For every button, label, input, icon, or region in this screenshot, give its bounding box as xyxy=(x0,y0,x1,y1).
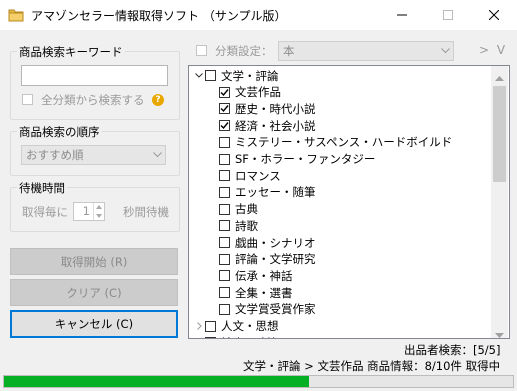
chevron-down-icon xyxy=(149,152,165,158)
tree-item-checkbox[interactable] xyxy=(219,103,230,115)
category-select[interactable]: 本 xyxy=(278,41,454,61)
wait-suffix-label: 秒間待機 xyxy=(123,205,169,219)
window-title: アマゾンセラー情報取得ソフト （サンプル版） xyxy=(31,9,287,23)
tree-item[interactable]: 社会・政治 xyxy=(189,334,279,338)
tree-item-label: ロマンス xyxy=(235,168,281,183)
progress-bar-fill xyxy=(4,376,310,387)
tree-item-label: 全集・選書 xyxy=(235,285,293,300)
wait-prefix-label: 取得毎に xyxy=(22,205,68,219)
tree-item-checkbox[interactable] xyxy=(219,86,230,98)
tree-item-label: 歴史・時代小説 xyxy=(235,101,316,116)
help-icon[interactable]: ? xyxy=(152,94,164,106)
tree-item[interactable]: 詩歌 xyxy=(189,217,258,234)
tree-item-label: 文芸作品 xyxy=(235,85,281,100)
tree-item[interactable]: 伝承・神話 xyxy=(189,267,293,284)
tree-item[interactable]: 歴史・時代小説 xyxy=(189,100,316,117)
tree-item[interactable]: 古典 xyxy=(189,201,258,218)
progress-bar xyxy=(3,375,514,388)
tree-item-checkbox[interactable] xyxy=(205,320,216,332)
tree-item-label: ミステリー・サスペンス・ハードボイルド xyxy=(235,135,453,150)
close-button[interactable] xyxy=(471,0,517,30)
tree-item-checkbox[interactable] xyxy=(205,70,216,81)
scroll-down-icon[interactable] xyxy=(495,328,504,342)
tree-item-checkbox[interactable] xyxy=(219,120,230,132)
tree-item[interactable]: 戯曲・シナリオ xyxy=(189,234,316,251)
tree-item-checkbox[interactable] xyxy=(219,186,230,198)
tree-item-label: 文学・評論 xyxy=(221,68,279,83)
wait-group-label: 待機時間 xyxy=(17,180,67,196)
tree-item[interactable]: エッセー・随筆 xyxy=(189,184,316,201)
tree-item-checkbox[interactable] xyxy=(219,203,230,215)
tree-item-label: 評論・文学研究 xyxy=(235,252,316,267)
tree-item-label: 伝承・神話 xyxy=(235,268,293,283)
tree-item[interactable]: 文学・評論 xyxy=(189,67,279,84)
order-group-label: 商品検索の順序 xyxy=(17,124,102,140)
tree-scroll-thumb[interactable] xyxy=(493,86,506,182)
tree-item-label: 人文・思想 xyxy=(221,319,279,333)
category-setting-checkbox[interactable] xyxy=(196,45,207,56)
all-categories-checkbox[interactable] xyxy=(22,94,33,105)
wait-seconds-value: 1 xyxy=(82,204,90,218)
tree-item[interactable]: 評論・文学研究 xyxy=(189,251,316,268)
tree-item-checkbox[interactable] xyxy=(219,170,230,182)
app-folder-icon xyxy=(8,7,24,23)
clear-button[interactable]: クリア (C) xyxy=(10,279,178,306)
tree-item[interactable]: ミステリー・サスペンス・ハードボイルド xyxy=(189,134,452,151)
tree-item-label: 古典 xyxy=(235,202,258,217)
maximize-button[interactable] xyxy=(425,0,471,30)
keyword-input[interactable] xyxy=(21,65,168,86)
chevron-down-icon xyxy=(437,48,453,54)
tree-item[interactable]: SF・ホラー・ファンタジー xyxy=(189,151,375,168)
tree-item[interactable]: 人文・思想 xyxy=(189,318,279,335)
tree-item-checkbox[interactable] xyxy=(219,287,230,299)
tree-item-label: 戯曲・シナリオ xyxy=(235,235,316,250)
wait-seconds-stepper[interactable]: 1 xyxy=(73,202,105,221)
tree-item-checkbox[interactable] xyxy=(219,303,230,315)
cancel-button[interactable]: キャンセル (C) xyxy=(10,310,178,338)
tree-item-checkbox[interactable] xyxy=(205,337,216,338)
tree-item-label: 文学賞受賞作家 xyxy=(235,302,316,317)
tree-item-checkbox[interactable] xyxy=(219,153,230,165)
all-categories-label: 全分類から検索する xyxy=(41,93,145,107)
tree-item[interactable]: 文学賞受賞作家 xyxy=(189,301,316,318)
chevron-right-icon[interactable] xyxy=(193,322,205,330)
keyword-group-label: 商品検索キーワード xyxy=(17,44,125,60)
tree-item[interactable]: 文芸作品 xyxy=(189,84,281,101)
category-nav-arrows[interactable]: > V xyxy=(479,43,507,57)
category-tree[interactable]: 文学・評論文芸作品 歴史・時代小説 経済・社会小説ミステリー・サスペンス・ハードボイ… xyxy=(188,65,510,339)
tree-item-checkbox[interactable] xyxy=(219,270,230,282)
start-button[interactable]: 取得開始 (R) xyxy=(10,248,178,275)
tree-item-label: 経済・社会小説 xyxy=(235,118,316,133)
scroll-up-icon[interactable] xyxy=(495,70,504,84)
minimize-button[interactable] xyxy=(379,0,425,30)
order-selected-value: おすすめ順 xyxy=(26,148,84,162)
tree-item-label: エッセー・随筆 xyxy=(235,185,316,200)
tree-item-checkbox[interactable] xyxy=(219,253,230,265)
progress-status-text: 文学・評論 > 文芸作品 商品情報：8/10件 取得中 xyxy=(243,359,501,373)
order-select[interactable]: おすすめ順 xyxy=(21,145,166,165)
tree-item[interactable]: ロマンス xyxy=(189,167,281,184)
category-selected-value: 本 xyxy=(283,44,295,58)
chevron-down-icon[interactable] xyxy=(193,73,205,78)
seller-search-status: 出品者検索：[5/5] xyxy=(404,343,501,357)
tree-item-label: 詩歌 xyxy=(235,218,258,233)
tree-item-checkbox[interactable] xyxy=(219,136,230,148)
tree-item-label: SF・ホラー・ファンタジー xyxy=(235,152,376,166)
tree-item[interactable]: 経済・社会小説 xyxy=(189,117,316,134)
tree-item-label: 社会・政治 xyxy=(221,335,279,338)
tree-item[interactable]: 全集・選書 xyxy=(189,284,293,301)
tree-item-checkbox[interactable] xyxy=(219,220,230,232)
stepper-arrows-icon[interactable] xyxy=(93,203,104,220)
category-setting-label: 分類設定： xyxy=(215,44,273,58)
tree-item-checkbox[interactable] xyxy=(219,237,230,248)
